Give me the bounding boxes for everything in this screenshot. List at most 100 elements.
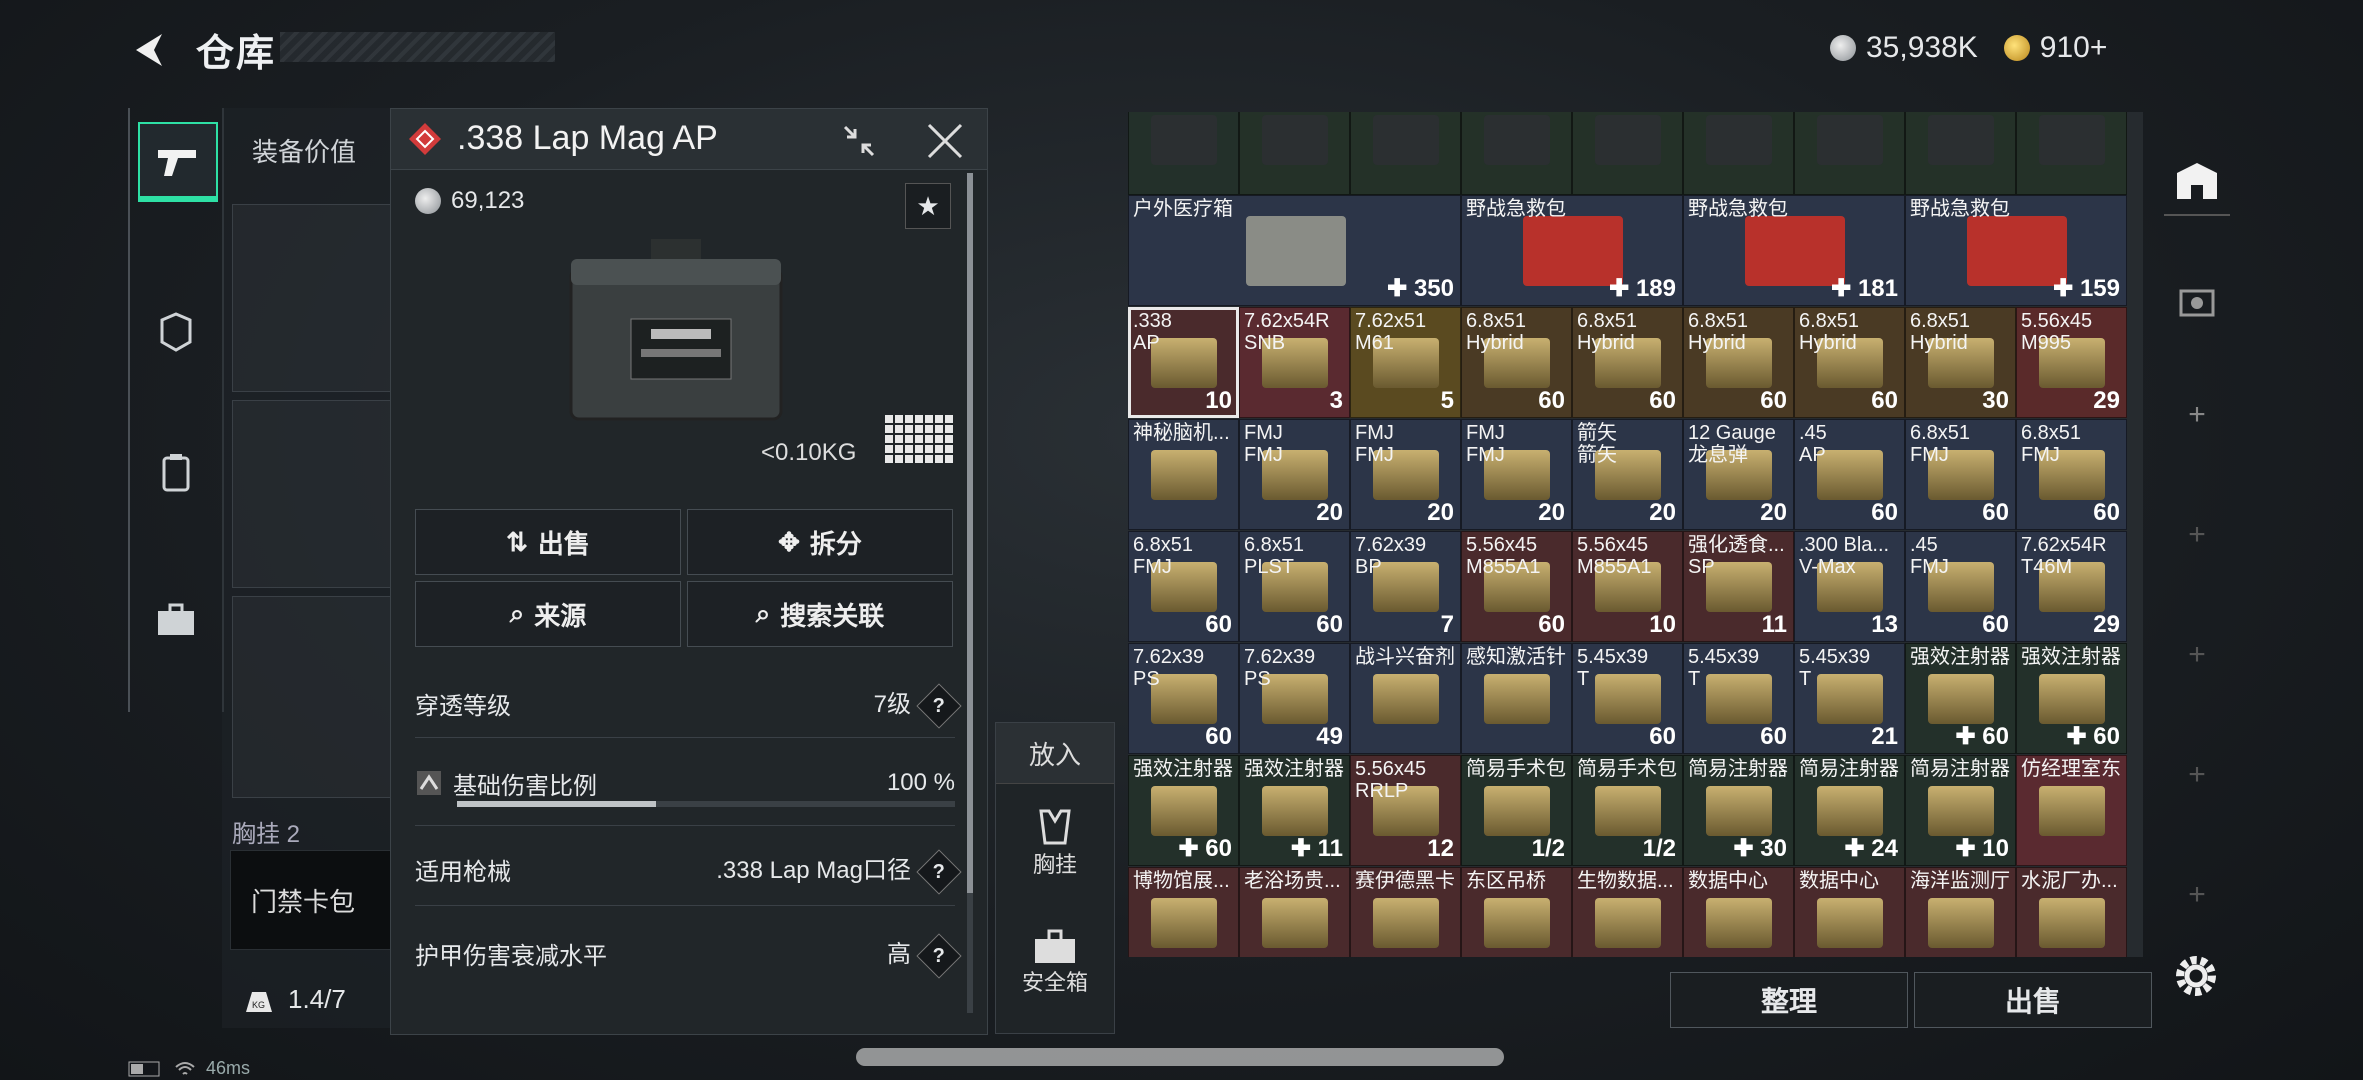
favorite-star-icon[interactable]: ★ <box>905 183 951 229</box>
nav-backpack[interactable] <box>138 434 214 510</box>
inventory-item[interactable]: 6.8x51 FMJ 60 <box>1905 419 2016 530</box>
inventory-item[interactable] <box>1350 112 1461 195</box>
add-stash-button[interactable]: + <box>2164 742 2230 808</box>
inventory-item[interactable]: 6.8x51 Hybrid 30 <box>1905 307 2016 418</box>
inventory-item[interactable]: 简易手术包 1/2 <box>1572 755 1683 866</box>
add-stash-button[interactable]: + <box>2164 382 2230 448</box>
inventory-item[interactable]: 东区吊桥 <box>1461 867 1572 957</box>
minimize-icon[interactable] <box>841 123 877 159</box>
inventory-item[interactable]: 强效注射器 ✚ 11 <box>1239 755 1350 866</box>
inventory-item[interactable]: 5.45x39 T 60 <box>1683 643 1794 754</box>
inventory-item[interactable]: 海洋监测厅 <box>1905 867 2016 957</box>
inventory-item[interactable]: 神秘脑机... <box>1128 419 1239 530</box>
back-arrow-icon[interactable] <box>128 28 172 72</box>
inventory-item[interactable]: 6.8x51 Hybrid 60 <box>1572 307 1683 418</box>
sort-button[interactable]: 整理 <box>1670 972 1908 1028</box>
inventory-item[interactable]: 战斗兴奋剂 <box>1350 643 1461 754</box>
inventory-item[interactable]: 5.56x45 RRLP 12 <box>1350 755 1461 866</box>
inventory-item[interactable]: 强化透食... SP 11 <box>1683 531 1794 642</box>
inventory-item[interactable]: 仿经理室东 <box>2016 755 2127 866</box>
inventory-item[interactable]: 生物数据... <box>1572 867 1683 957</box>
add-stash-button[interactable]: + <box>2164 622 2230 688</box>
help-icon[interactable]: ? <box>916 933 962 979</box>
settings-gear-icon[interactable] <box>2168 948 2224 1004</box>
sell-button[interactable]: ⇅ 出售 <box>415 509 681 575</box>
inventory-item[interactable]: FMJ FMJ 20 <box>1239 419 1350 530</box>
nav-armor[interactable] <box>138 294 214 370</box>
inventory-item[interactable]: 12 Gauge 龙息弹 20 <box>1683 419 1794 530</box>
close-icon[interactable] <box>925 123 965 159</box>
inventory-item[interactable]: 6.8x51 Hybrid 60 <box>1683 307 1794 418</box>
inventory-item[interactable]: 强效注射器 ✚ 60 <box>1905 643 2016 754</box>
inventory-item[interactable]: 5.45x39 T 60 <box>1572 643 1683 754</box>
inventory-item[interactable]: 7.62x39 PS 49 <box>1239 643 1350 754</box>
inventory-item[interactable] <box>1905 112 2016 195</box>
inventory-item[interactable]: .338 AP 10 <box>1128 307 1239 418</box>
inventory-item[interactable]: 简易手术包 1/2 <box>1461 755 1572 866</box>
inventory-item[interactable]: 6.8x51 FMJ 60 <box>1128 531 1239 642</box>
inventory-item[interactable]: 老浴场贵... <box>1239 867 1350 957</box>
inventory-item[interactable]: 6.8x51 PLST 60 <box>1239 531 1350 642</box>
nav-weapons[interactable] <box>138 122 218 202</box>
put-into-chest-button[interactable]: 胸挂 <box>996 807 1114 879</box>
nav-safe-box[interactable] <box>138 582 214 658</box>
inventory-item[interactable]: 6.8x51 Hybrid 60 <box>1794 307 1905 418</box>
inventory-item[interactable]: 赛伊德黑卡 <box>1350 867 1461 957</box>
stash-tab[interactable] <box>2164 148 2230 216</box>
home-indicator[interactable] <box>856 1048 1504 1066</box>
inventory-item[interactable]: 箭矢 箭矢 20 <box>1572 419 1683 530</box>
inventory-item[interactable]: FMJ FMJ 20 <box>1461 419 1572 530</box>
sell-all-button[interactable]: 出售 <box>1914 972 2152 1028</box>
inventory-item[interactable]: 简易注射器 ✚ 10 <box>1905 755 2016 866</box>
inventory-item[interactable]: .45 FMJ 60 <box>1905 531 2016 642</box>
popup-scroll-thumb[interactable] <box>967 173 973 893</box>
inventory-item[interactable]: 野战急救包 ✚ 181 <box>1683 195 1905 306</box>
source-button[interactable]: ⌕ 来源 <box>415 581 681 647</box>
inventory-item[interactable] <box>1572 112 1683 195</box>
inventory-item[interactable]: .300 Bla... V-Max 13 <box>1794 531 1905 642</box>
inventory-item[interactable]: .45 AP 60 <box>1794 419 1905 530</box>
split-button[interactable]: ✥ 拆分 <box>687 509 953 575</box>
inventory-item[interactable]: 水泥厂办... <box>2016 867 2127 957</box>
inventory-item[interactable]: 5.56x45 M995 29 <box>2016 307 2127 418</box>
inventory-item[interactable]: 野战急救包 ✚ 189 <box>1461 195 1683 306</box>
inventory-item[interactable]: 博物馆展... <box>1128 867 1239 957</box>
inventory-item[interactable]: 简易注射器 ✚ 24 <box>1794 755 1905 866</box>
stash-tab-iv[interactable] <box>2164 268 2230 334</box>
add-stash-button[interactable]: + <box>2164 862 2230 928</box>
inventory-item[interactable] <box>1128 112 1239 195</box>
inventory-item[interactable]: 5.56x45 M855A1 60 <box>1461 531 1572 642</box>
inventory-item[interactable]: 5.45x39 T 21 <box>1794 643 1905 754</box>
inventory-item[interactable]: 6.8x51 Hybrid 60 <box>1461 307 1572 418</box>
inventory-item[interactable]: 户外医疗箱 ✚ 350 <box>1128 195 1461 306</box>
helmet-slot[interactable] <box>232 596 394 798</box>
help-icon[interactable]: ? <box>916 683 962 729</box>
inventory-item[interactable]: FMJ FMJ 20 <box>1350 419 1461 530</box>
inventory-item[interactable]: 数据中心 <box>1683 867 1794 957</box>
inventory-item[interactable]: 简易注射器 ✚ 30 <box>1683 755 1794 866</box>
keycard-pack-button[interactable]: 门禁卡包 <box>230 850 396 950</box>
inventory-item[interactable] <box>2016 112 2127 195</box>
help-icon[interactable]: ? <box>916 849 962 895</box>
inventory-item[interactable]: 野战急救包 ✚ 159 <box>1905 195 2127 306</box>
inventory-item[interactable]: 7.62x39 BP 7 <box>1350 531 1461 642</box>
primary-weapon-slot[interactable] <box>232 204 394 392</box>
inventory-item[interactable] <box>1239 112 1350 195</box>
inventory-item[interactable]: 7.62x54R T46M 29 <box>2016 531 2127 642</box>
inventory-item[interactable] <box>1683 112 1794 195</box>
inventory-item[interactable]: 7.62x54R SNB 3 <box>1239 307 1350 418</box>
secondary-weapon-slot[interactable] <box>232 400 394 588</box>
inventory-item[interactable]: 5.56x45 M855A1 10 <box>1572 531 1683 642</box>
add-stash-button[interactable]: + <box>2164 502 2230 568</box>
inventory-item[interactable]: 强效注射器 ✚ 60 <box>2016 643 2127 754</box>
inventory-item[interactable]: 7.62x39 PS 60 <box>1128 643 1239 754</box>
inventory-item[interactable]: 强效注射器 ✚ 60 <box>1128 755 1239 866</box>
inventory-item[interactable]: 感知激活针 <box>1461 643 1572 754</box>
inventory-item[interactable]: 数据中心 <box>1794 867 1905 957</box>
inventory-item[interactable]: 7.62x51 M61 5 <box>1350 307 1461 418</box>
inventory-item[interactable] <box>1794 112 1905 195</box>
gold-balance[interactable]: 910+ <box>2040 31 2108 65</box>
search-related-button[interactable]: ⌕ 搜索关联 <box>687 581 953 647</box>
put-into-safe-button[interactable]: 安全箱 <box>996 929 1114 997</box>
inventory-item[interactable]: 6.8x51 FMJ 60 <box>2016 419 2127 530</box>
